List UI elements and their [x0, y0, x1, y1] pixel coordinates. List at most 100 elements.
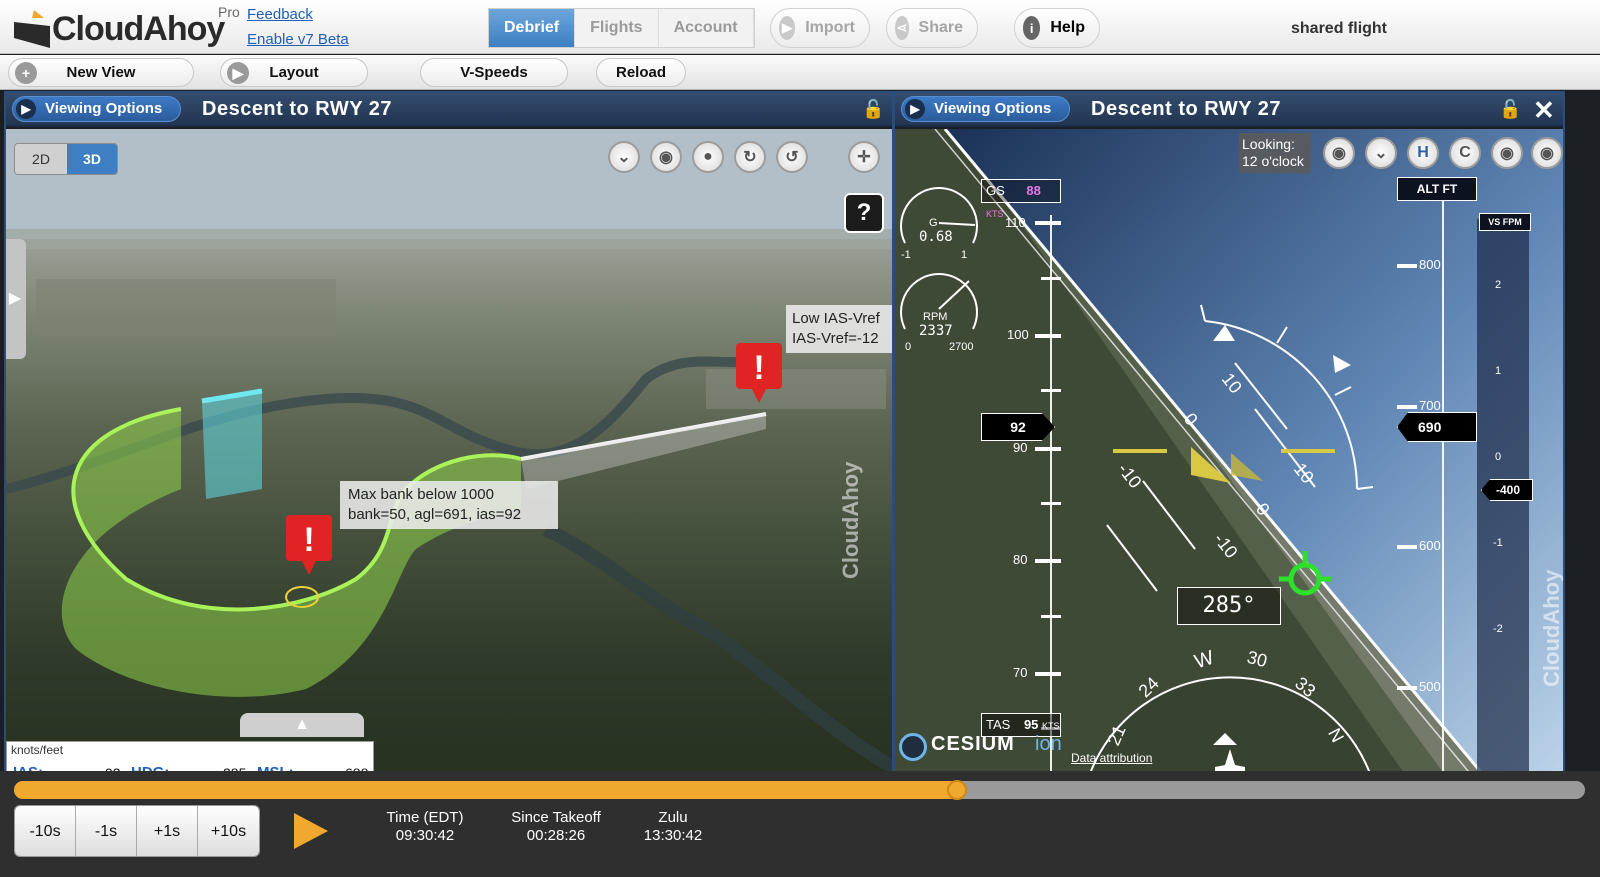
mode-3d-button[interactable]: 3D [67, 144, 117, 174]
alt-tick: 600 [1419, 538, 1441, 553]
chevron-right-icon: ▶ [16, 99, 36, 119]
eye-icon[interactable]: ◉ [1323, 137, 1355, 169]
gs-box: GS 88 KTS [981, 179, 1061, 219]
alt-tick-mark [1397, 264, 1417, 268]
alt-tick-mark [1397, 545, 1417, 549]
svg-text:!: ! [753, 349, 764, 387]
vs-tick: 1 [1495, 365, 1502, 377]
import-label: Import [805, 19, 855, 36]
rotate-right-icon[interactable]: ↻ [734, 141, 766, 173]
gs-units: KTS [986, 209, 1004, 219]
rotate-left-icon[interactable]: ↺ [776, 141, 808, 173]
vs-tick: -2 [1493, 623, 1503, 635]
center-icon[interactable]: ● [692, 141, 724, 173]
zulu-time: Zulu 13:30:42 [628, 809, 718, 845]
speed-tick-mark [1041, 277, 1061, 280]
arrow-right-icon: ▶ [779, 16, 796, 40]
cloudahoy-watermark: CloudAhoy [838, 461, 863, 579]
play-icon[interactable] [290, 811, 330, 851]
altitude-indicator: 690 [1397, 412, 1477, 442]
g-label: G [929, 217, 938, 229]
camera-top-icon[interactable]: ⌄ [608, 141, 640, 173]
gs-label: GS [986, 183, 1005, 198]
speed-tick-mark [1035, 447, 1061, 451]
instrument-view[interactable]: 10 0 -10 10 0 -10 G 0.68 -1 1 RPM 2337 0… [895, 129, 1563, 785]
time-edt-label: Time (EDT) [386, 809, 464, 826]
g-value: 0.68 [919, 229, 953, 245]
share-icon: ⋖ [895, 16, 909, 40]
alert-marker-bank: ! [286, 515, 332, 575]
g-max: 1 [961, 249, 968, 261]
right-panel-header: ▶ Viewing Options Descent to RWY 27 🔓 ✕ [895, 93, 1563, 127]
svg-text:!: ! [303, 521, 314, 559]
viewing-options-button[interactable]: ▶ Viewing Options [12, 96, 182, 122]
share-button[interactable]: ⋖ Share [886, 8, 978, 48]
step-back-10s-button[interactable]: -10s [15, 806, 76, 856]
feedback-link[interactable]: Feedback [247, 6, 313, 23]
step-forward-1s-button[interactable]: +1s [137, 806, 198, 856]
side-drawer-toggle[interactable]: ▶ [6, 239, 26, 359]
looking-label: Looking: [1242, 136, 1295, 152]
chevron-right-icon: ▶ [905, 99, 925, 119]
fullscreen-icon[interactable]: ✛ [848, 141, 880, 173]
right-view-panel: ▶ Viewing Options Descent to RWY 27 🔓 ✕ [893, 91, 1565, 787]
shared-flight-label: shared flight [1291, 20, 1388, 37]
eye-icon[interactable]: ◉ [650, 141, 682, 173]
mode-2d-button[interactable]: 2D [15, 144, 67, 174]
enable-beta-link[interactable]: Enable v7 Beta [247, 31, 349, 48]
speed-tick: 110 [1005, 215, 1026, 230]
viewing-options-label-right: Viewing Options [934, 100, 1052, 117]
course-mode-icon[interactable]: C [1449, 137, 1481, 169]
3d-scene[interactable]: ! ! 2D 3D ⌄ ◉ ● ↻ ↺ ✛ ? ▶ Max bank below… [6, 129, 892, 785]
cockpit-view-icon[interactable]: ◉ [1491, 137, 1523, 169]
close-icon[interactable]: ✕ [1533, 95, 1555, 126]
camera-top-icon[interactable]: ⌄ [1365, 137, 1397, 169]
rpm-min: 0 [905, 341, 912, 353]
ias-annotation-line2: IAS-Vref=-12 [792, 330, 879, 347]
speed-tick: 70 [1013, 665, 1028, 680]
layout-button[interactable]: ▶ Layout [220, 58, 368, 87]
since-takeoff-label: Since Takeoff [511, 809, 601, 826]
app-root: CloudAhoy Pro Feedback Enable v7 Beta De… [0, 0, 1600, 877]
reload-button[interactable]: Reload [596, 58, 686, 87]
timeline-handle[interactable] [946, 780, 967, 800]
step-back-1s-button[interactable]: -1s [76, 806, 137, 856]
view-toolbar: + New View ▶ Layout V-Speeds Reload [0, 55, 1600, 90]
outside-view-icon[interactable]: ◉ [1531, 137, 1563, 169]
bottom-drawer-toggle[interactable]: ▲ [240, 713, 364, 737]
timeline-track[interactable] [14, 780, 1585, 800]
vs-tick: 2 [1495, 279, 1502, 291]
logo-icon [14, 10, 50, 48]
import-button[interactable]: ▶ Import [770, 8, 870, 48]
step-forward-10s-button[interactable]: +10s [198, 806, 259, 856]
help-label: Help [1050, 19, 1085, 36]
arrow-right-icon: ▶ [227, 62, 249, 84]
layout-label: Layout [269, 64, 319, 81]
tab-debrief[interactable]: Debrief [489, 9, 576, 47]
viewing-options-button-right[interactable]: ▶ Viewing Options [901, 96, 1071, 122]
help-button-3d[interactable]: ? [844, 193, 884, 233]
vspeeds-button[interactable]: V-Speeds [420, 58, 568, 87]
pfd-graphics: 10 0 -10 10 0 -10 [895, 129, 1563, 785]
ion-label: ion [1035, 733, 1062, 755]
tas-units: KTS [1042, 721, 1060, 731]
speed-tick-mark [1041, 615, 1061, 618]
tas-label: TAS [986, 717, 1011, 732]
timeline-bar: -10s -1s +1s +10s Time (EDT) 09:30:42 Si… [0, 771, 1600, 877]
speed-tick-mark [1035, 559, 1061, 563]
unlock-icon[interactable]: 🔓 [862, 99, 884, 121]
left-panel-header: ▶ Viewing Options Descent to RWY 27 🔓 [6, 93, 892, 127]
alt-tick-mark [1397, 405, 1417, 409]
tab-flights[interactable]: Flights [575, 9, 659, 47]
cesium-label: CESIUM [931, 733, 1015, 755]
help-button[interactable]: i Help [1014, 8, 1100, 48]
tab-account[interactable]: Account [659, 9, 754, 47]
speed-tick: 80 [1013, 552, 1028, 567]
data-attribution-link[interactable]: Data attribution [1071, 751, 1152, 765]
unlock-icon[interactable]: 🔓 [1499, 99, 1521, 121]
heading-mode-icon[interactable]: H [1407, 137, 1439, 169]
airspeed-indicator: 92 [981, 413, 1055, 441]
view-mode-toggle: 2D 3D [14, 143, 118, 175]
heading-readout: 285° [1177, 587, 1281, 625]
new-view-button[interactable]: + New View [8, 58, 194, 87]
